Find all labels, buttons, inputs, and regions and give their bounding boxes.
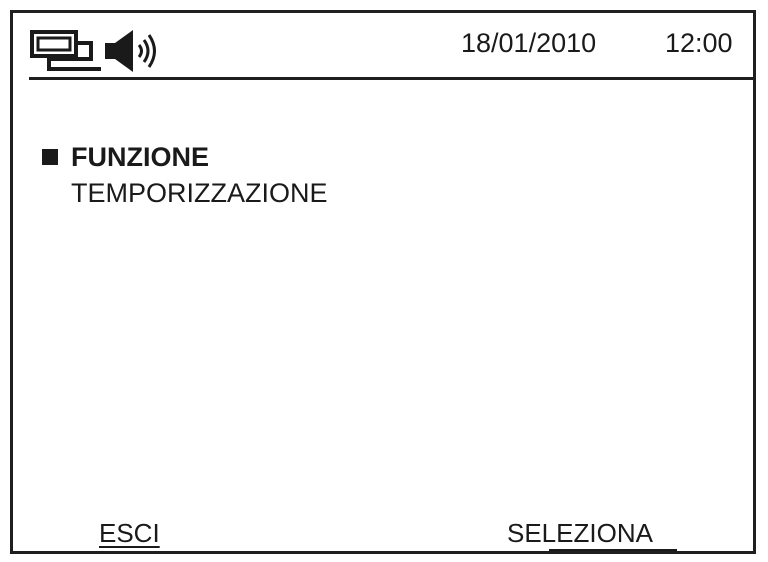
date-display: 18/01/2010 [461,28,597,58]
menu-item-label: TEMPORIZZAZIONE [71,178,328,208]
seleziona-underline [549,549,677,551]
menu-item-label: FUNZIONE [71,142,209,172]
esci-softkey[interactable]: ESCI [99,517,160,549]
time-display: 12:00 [665,28,733,58]
seleziona-softkey[interactable]: SELEZIONA [507,517,653,549]
menu-list: FUNZIONE TEMPORIZZAZIONE [37,139,328,211]
network-computer-icon [30,30,101,71]
device-screen: 18/01/2010 12:00 FUNZIONE TEMPORIZZAZION… [10,10,756,554]
menu-item-temporizzazione[interactable]: TEMPORIZZAZIONE [37,175,328,211]
speaker-icon [105,30,156,72]
menu-item-funzione[interactable]: FUNZIONE [37,139,328,175]
status-bar: 18/01/2010 12:00 [13,13,753,79]
selection-marker-icon [42,149,58,165]
header-divider [29,77,753,80]
